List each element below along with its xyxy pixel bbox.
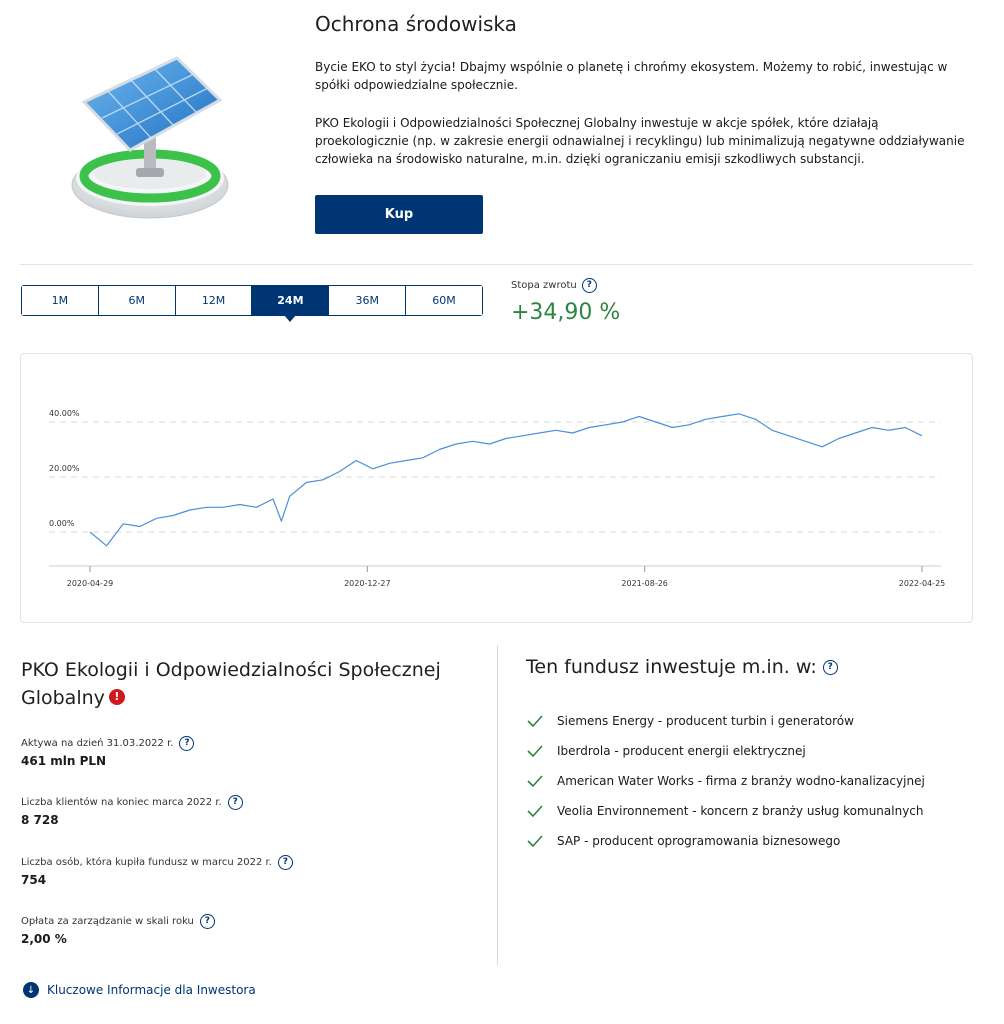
list-item: Iberdrola - producent energii elektryczn… bbox=[527, 736, 925, 766]
stat-value: 2,00 % bbox=[21, 932, 67, 946]
stat-label: Opłata za zarządzanie w skali roku ? bbox=[21, 914, 215, 929]
performance-chart: 0.00% 20.00% 40.00% 2020-04-29 2020-12-27 202… bbox=[20, 353, 973, 623]
info-icon[interactable]: ? bbox=[227, 795, 243, 810]
investments-title-text: Ten fundusz inwestuje m.in. w: bbox=[526, 656, 817, 678]
chart-svg: 0.00% 20.00% 40.00% 2020-04-29 2020-12-27 202… bbox=[49, 409, 946, 588]
solar-panel-icon bbox=[71, 56, 229, 219]
x-tick-label: 2020-04-29 bbox=[67, 579, 114, 588]
stat-assets: Aktywa na dzień 31.03.2022 r. ? 461 mln … bbox=[21, 736, 195, 768]
section-divider bbox=[20, 264, 973, 265]
investments-list: Siemens Energy - producent turbin i gene… bbox=[527, 706, 925, 856]
stat-label: Liczba osób, która kupiła fundusz w marc… bbox=[21, 855, 293, 870]
x-tick-label: 2022-04-25 bbox=[899, 579, 946, 588]
period-tab-12m[interactable]: 12M bbox=[175, 286, 253, 315]
list-item-text: Veolia Environnement - koncern z branży … bbox=[557, 804, 924, 818]
period-tab-36m[interactable]: 36M bbox=[329, 286, 407, 315]
download-icon: ↓ bbox=[23, 982, 39, 998]
return-rate-label-text: Stopa zwrotu bbox=[511, 280, 577, 291]
warning-icon[interactable]: ! bbox=[108, 688, 125, 705]
list-item: Veolia Environnement - koncern z branży … bbox=[527, 796, 925, 826]
stat-clients: Liczba klientów na koniec marca 2022 r. … bbox=[21, 795, 243, 827]
description-paragraph: PKO Ekologii i Odpowiedzialności Społecz… bbox=[315, 116, 965, 166]
list-item: SAP - producent oprogramowania biznesowe… bbox=[527, 826, 925, 856]
return-rate-value: +34,90 % bbox=[511, 300, 621, 325]
kid-link[interactable]: ↓ Kluczowe Informacje dla Inwestora bbox=[23, 982, 256, 998]
series-line bbox=[89, 413, 923, 547]
product-header: Ochrona środowiska Bycie EKO to styl życ… bbox=[0, 0, 1004, 260]
stat-label: Aktywa na dzień 31.03.2022 r. ? bbox=[21, 736, 195, 751]
y-tick-label: 20.00% bbox=[49, 464, 80, 473]
fund-title: PKO Ekologii i Odpowiedzialności Społecz… bbox=[21, 656, 471, 712]
stat-management-fee: Opłata za zarządzanie w skali roku ? 2,0… bbox=[21, 914, 215, 946]
info-icon[interactable]: ? bbox=[581, 278, 597, 293]
list-item-text: Iberdrola - producent energii elektryczn… bbox=[557, 744, 806, 758]
info-icon[interactable]: ? bbox=[822, 659, 838, 675]
check-icon bbox=[527, 745, 543, 757]
info-icon[interactable]: ? bbox=[277, 855, 293, 870]
check-icon bbox=[527, 775, 543, 787]
stat-label-text: Aktywa na dzień 31.03.2022 r. bbox=[21, 738, 174, 749]
column-divider bbox=[497, 645, 498, 965]
stat-label-text: Liczba klientów na koniec marca 2022 r. bbox=[21, 797, 222, 808]
info-icon[interactable]: ? bbox=[179, 736, 195, 751]
list-item-text: SAP - producent oprogramowania biznesowe… bbox=[557, 834, 841, 848]
check-icon bbox=[527, 715, 543, 727]
intro-paragraph: Bycie EKO to styl życia! Dbajmy wspólnie… bbox=[315, 60, 948, 92]
list-item: American Water Works - firma z branży wo… bbox=[527, 766, 925, 796]
check-icon bbox=[527, 835, 543, 847]
check-icon bbox=[527, 805, 543, 817]
info-icon[interactable]: ? bbox=[199, 914, 215, 929]
stat-label-text: Opłata za zarządzanie w skali roku bbox=[21, 916, 194, 927]
period-tab-6m[interactable]: 6M bbox=[98, 286, 176, 315]
investments-title: Ten fundusz inwestuje m.in. w: ? bbox=[526, 656, 838, 678]
list-item-text: American Water Works - firma z branży wo… bbox=[557, 774, 925, 788]
period-selector: 1M 6M 12M 24M 36M 60M bbox=[21, 285, 483, 322]
buy-button[interactable]: Kup bbox=[315, 195, 483, 234]
y-tick-label: 40.00% bbox=[49, 409, 80, 418]
x-tick-label: 2020-12-27 bbox=[344, 579, 391, 588]
list-item-text: Siemens Energy - producent turbin i gene… bbox=[557, 714, 854, 728]
stat-label: Liczba klientów na koniec marca 2022 r. … bbox=[21, 795, 243, 810]
stat-label-text: Liczba osób, która kupiła fundusz w marc… bbox=[21, 857, 272, 868]
y-tick-label: 0.00% bbox=[49, 519, 75, 528]
stat-value: 754 bbox=[21, 873, 47, 887]
return-rate-label: Stopa zwrotu ? bbox=[511, 278, 597, 293]
page-title: Ochrona środowiska bbox=[315, 12, 517, 36]
period-tab-1m[interactable]: 1M bbox=[22, 286, 99, 315]
stat-value: 461 mln PLN bbox=[21, 754, 107, 768]
period-tab-24m[interactable]: 24M bbox=[252, 286, 330, 322]
list-item: Siemens Energy - producent turbin i gene… bbox=[527, 706, 925, 736]
stat-buyers: Liczba osób, która kupiła fundusz w marc… bbox=[21, 855, 293, 887]
x-tick-label: 2021-08-26 bbox=[621, 579, 668, 588]
stat-value: 8 728 bbox=[21, 813, 59, 827]
period-tab-60m[interactable]: 60M bbox=[406, 286, 482, 315]
fund-title-text: PKO Ekologii i Odpowiedzialności Społecz… bbox=[21, 659, 441, 709]
kid-link-text: Kluczowe Informacje dla Inwestora bbox=[47, 983, 256, 997]
